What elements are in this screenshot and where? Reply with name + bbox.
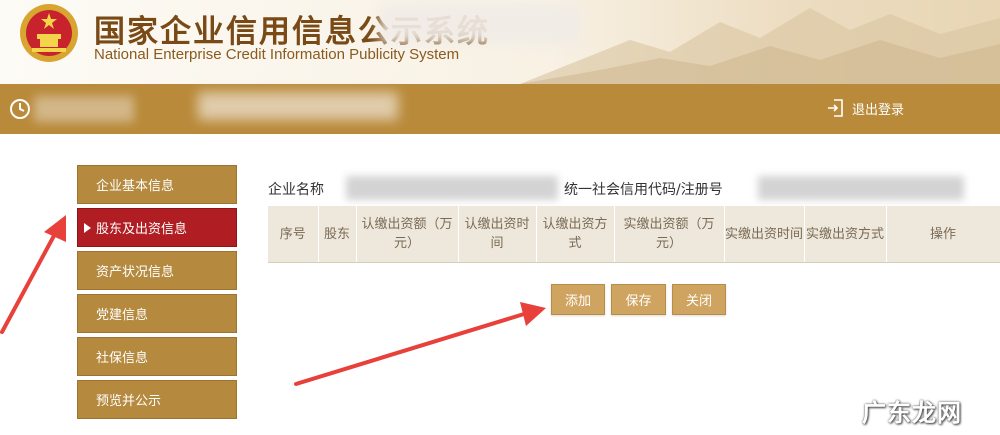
sidebar-item-label: 企业基本信息 [96, 179, 175, 194]
redacted-user-info [34, 96, 134, 122]
company-name-label: 企业名称 [268, 182, 324, 198]
close-button[interactable]: 关闭 [672, 284, 726, 315]
logout-icon [828, 99, 843, 117]
col-header-subscribed-amount: 认缴出资额（万元） [356, 206, 459, 262]
col-header-index: 序号 [268, 206, 319, 262]
sidebar-item-shareholder-info[interactable]: 股东及出资信息 [77, 208, 237, 247]
site-title-en: National Enterprise Credit Information P… [94, 46, 460, 63]
logout-label: 退出登录 [852, 102, 905, 118]
sidebar-item-party-info[interactable]: 党建信息 [77, 294, 237, 333]
col-header-subscribed-time: 认缴出资时间 [458, 206, 537, 262]
sidebar-item-label: 社保信息 [96, 351, 149, 366]
col-header-paid-method: 实缴出资方式 [804, 206, 887, 262]
col-header-paid-time: 实缴出资时间 [724, 206, 805, 262]
mountain-background [520, 8, 1000, 84]
table-bottom-border [268, 262, 1000, 263]
sidebar-item-social-security[interactable]: 社保信息 [77, 337, 237, 376]
credit-code-label: 统一社会信用代码/注册号 [564, 182, 723, 198]
site-header: 国家企业信用信息公示系统 National Enterprise Credit … [0, 0, 1000, 84]
national-emblem-icon [20, 4, 78, 62]
save-button[interactable]: 保存 [611, 284, 666, 315]
sidebar-item-label: 预览并公示 [96, 394, 162, 409]
add-button[interactable]: 添加 [551, 284, 605, 315]
table-header-row: 序号 股东 认缴出资额（万元） 认缴出资时间 认缴出资方式 实缴出资额（万元） … [268, 206, 1000, 262]
sidebar-item-label: 资产状况信息 [96, 265, 175, 280]
action-buttons: 添加 保存 关闭 [551, 284, 726, 315]
col-header-paid-amount: 实缴出资额（万元） [614, 206, 725, 262]
sidebar-item-label: 党建信息 [96, 308, 149, 323]
redacted-credit-code [758, 176, 964, 200]
sidebar-item-preview-publish[interactable]: 预览并公示 [77, 380, 237, 419]
logout-button[interactable]: 退出登录 [826, 98, 904, 118]
redacted-blur [380, 4, 580, 44]
user-bar: 退出登录 [0, 84, 1000, 134]
col-header-actions: 操作 [886, 206, 1000, 262]
sidebar-item-basic-info[interactable]: 企业基本信息 [77, 165, 237, 204]
company-info-row: 企业名称 统一社会信用代码/注册号 [268, 176, 968, 202]
redacted-company-name [346, 176, 558, 200]
clock-icon [10, 99, 30, 119]
redacted-company-info [198, 92, 398, 120]
sidebar-nav: 企业基本信息 股东及出资信息 资产状况信息 党建信息 社保信息 预览并公示 [77, 165, 237, 423]
sidebar-item-label: 股东及出资信息 [96, 222, 188, 237]
col-header-shareholder: 股东 [318, 206, 357, 262]
col-header-subscribed-method: 认缴出资方式 [536, 206, 615, 262]
shareholder-table: 序号 股东 认缴出资额（万元） 认缴出资时间 认缴出资方式 实缴出资额（万元） … [268, 206, 1000, 262]
watermark-text: 广东龙网 [862, 399, 962, 427]
sidebar-item-asset-info[interactable]: 资产状况信息 [77, 251, 237, 290]
